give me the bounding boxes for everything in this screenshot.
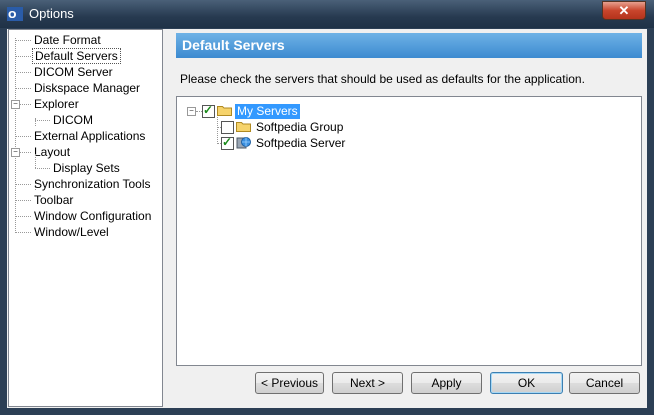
- expand-layout-toggle[interactable]: −: [11, 148, 20, 157]
- title-bar[interactable]: O Options ✕: [0, 0, 654, 28]
- panel-header: Default Servers: [176, 33, 642, 58]
- nav-item-synchronization-tools[interactable]: Synchronization Tools: [32, 176, 153, 192]
- svg-text:O: O: [8, 10, 17, 21]
- softpedia-server-label[interactable]: Softpedia Server: [254, 136, 347, 151]
- ok-button[interactable]: OK: [490, 372, 563, 394]
- window-title: Options: [29, 6, 74, 21]
- servers-tree[interactable]: − My Servers Softpedia Group Softpedia S…: [176, 96, 642, 366]
- close-button[interactable]: ✕: [602, 1, 646, 20]
- expand-my-servers-toggle[interactable]: −: [187, 107, 196, 116]
- nav-item-dicom[interactable]: DICOM: [51, 112, 95, 128]
- panel-instruction: Please check the servers that should be …: [180, 72, 585, 86]
- my-servers-label[interactable]: My Servers: [235, 104, 300, 119]
- softpedia-group-checkbox[interactable]: [221, 121, 234, 134]
- options-window: O Options ✕ Date Format Default Servers …: [0, 0, 654, 415]
- nav-item-default-servers[interactable]: Default Servers: [32, 48, 121, 64]
- folder-icon: [236, 122, 251, 132]
- nav-item-explorer[interactable]: Explorer: [32, 96, 81, 112]
- softpedia-group-label[interactable]: Softpedia Group: [254, 120, 345, 135]
- expand-explorer-toggle[interactable]: −: [11, 100, 20, 109]
- folder-icon: [217, 106, 232, 116]
- nav-item-dicom-server[interactable]: DICOM Server: [32, 64, 115, 80]
- cancel-button[interactable]: Cancel: [569, 372, 640, 394]
- my-servers-checkbox[interactable]: [202, 103, 215, 118]
- softpedia-server-checkbox[interactable]: [221, 135, 234, 150]
- nav-item-window-level[interactable]: Window/Level: [32, 224, 111, 240]
- nav-item-window-configuration[interactable]: Window Configuration: [32, 208, 153, 224]
- nav-item-display-sets[interactable]: Display Sets: [51, 160, 122, 176]
- server-globe-icon: [236, 137, 251, 149]
- nav-item-date-format[interactable]: Date Format: [32, 32, 103, 48]
- nav-item-diskspace-manager[interactable]: Diskspace Manager: [32, 80, 142, 96]
- app-icon: O: [7, 7, 23, 21]
- next-button[interactable]: Next >: [332, 372, 403, 394]
- nav-item-toolbar[interactable]: Toolbar: [32, 192, 75, 208]
- previous-button[interactable]: < Previous: [255, 372, 324, 394]
- apply-button[interactable]: Apply: [411, 372, 482, 394]
- panel-title: Default Servers: [182, 37, 285, 53]
- nav-item-layout[interactable]: Layout: [32, 144, 72, 160]
- close-icon: ✕: [618, 3, 630, 18]
- options-nav-tree[interactable]: Date Format Default Servers DICOM Server…: [8, 29, 163, 407]
- nav-item-external-applications[interactable]: External Applications: [32, 128, 147, 144]
